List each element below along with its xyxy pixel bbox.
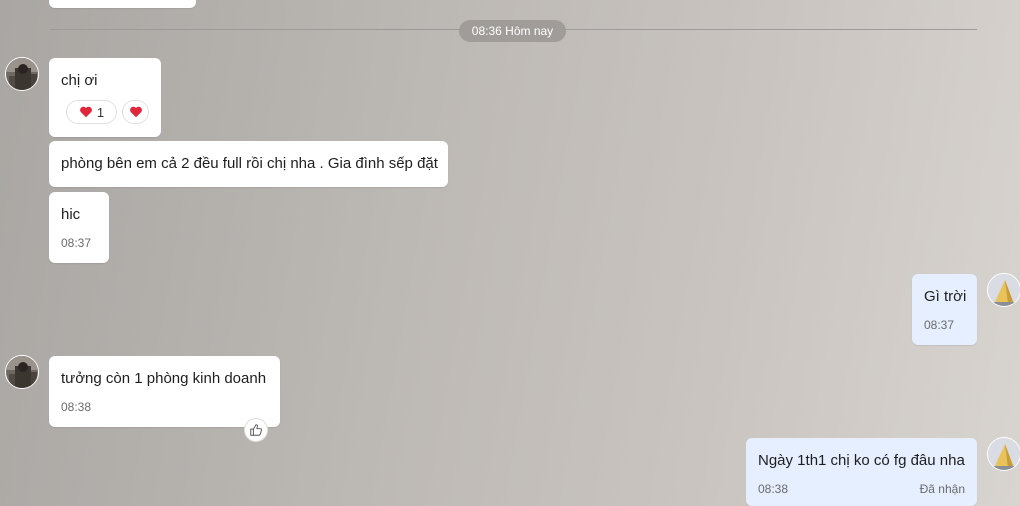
user-avatar[interactable] <box>987 437 1020 471</box>
message-bubble-incoming[interactable]: hic 08:37 <box>49 192 109 263</box>
message-time: 08:38 <box>61 400 92 414</box>
delivery-status: Đã nhận <box>919 482 965 496</box>
message-text: chị ơi <box>61 72 98 89</box>
thumbs-up-icon <box>250 424 262 436</box>
heart-icon <box>79 106 92 118</box>
message-time: 08:37 <box>924 318 955 332</box>
message-bubble-partial[interactable] <box>49 0 196 8</box>
reaction-count: 1 <box>96 104 105 120</box>
message-text: phòng bên em cả 2 đều full rồi chị nha .… <box>61 155 438 172</box>
message-bubble-outgoing[interactable]: Ngày 1th1 chị ko có fg đâu nha 08:38 Đã … <box>746 438 977 506</box>
message-bubble-outgoing[interactable]: Gì trời 08:37 <box>912 274 977 345</box>
contact-avatar[interactable] <box>5 355 39 389</box>
message-text: Gì trời <box>924 288 967 305</box>
message-bubble-incoming[interactable]: tưởng còn 1 phòng kinh doanh 08:38 <box>49 356 280 427</box>
message-time: 08:38 <box>758 482 789 496</box>
user-avatar[interactable] <box>987 273 1020 307</box>
heart-icon <box>129 106 142 118</box>
contact-avatar[interactable] <box>5 57 39 91</box>
message-text: tưởng còn 1 phòng kinh doanh <box>61 370 267 387</box>
date-divider-label: 08:36 Hôm nay <box>459 20 566 42</box>
message-bubble-incoming[interactable]: chị ơi 1 <box>49 58 161 137</box>
reaction-count-chip[interactable]: 1 <box>66 100 117 124</box>
message-text: hic <box>61 206 81 223</box>
add-reaction-button[interactable] <box>122 100 149 124</box>
like-button[interactable] <box>244 418 268 442</box>
message-bubble-incoming[interactable]: phòng bên em cả 2 đều full rồi chị nha .… <box>49 141 448 187</box>
message-time: 08:37 <box>61 236 92 250</box>
message-text: Ngày 1th1 chị ko có fg đâu nha <box>758 452 965 469</box>
